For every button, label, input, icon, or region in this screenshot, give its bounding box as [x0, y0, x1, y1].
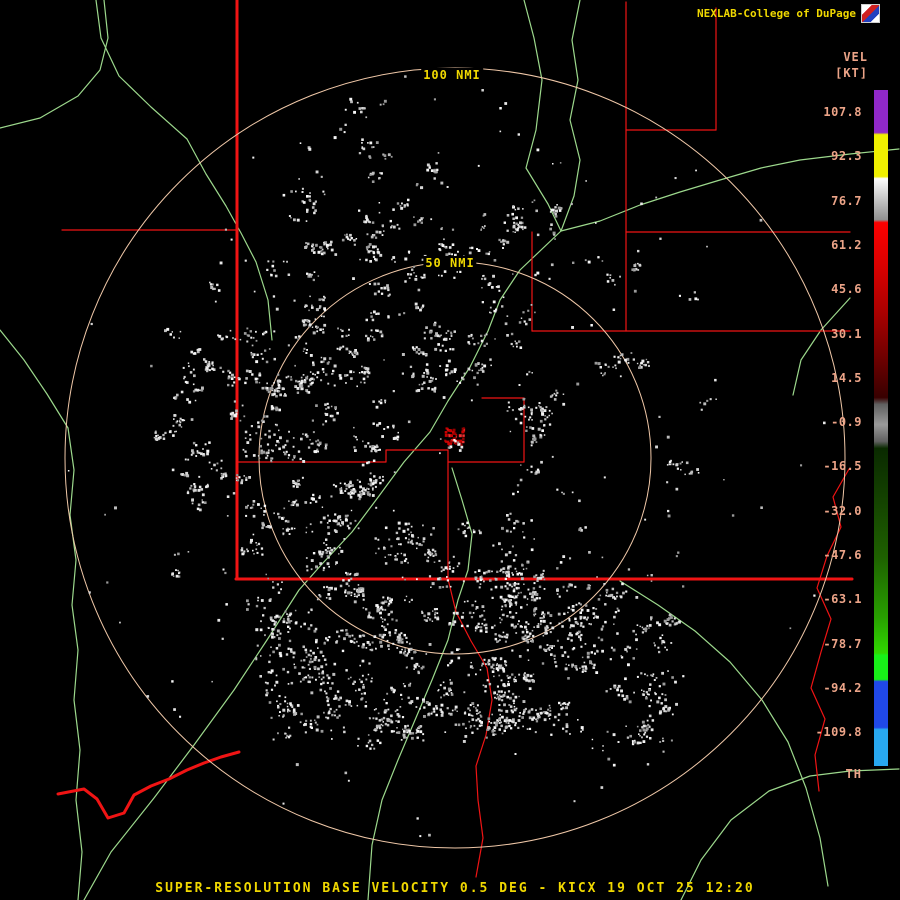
colorbar-tick: -47.6	[823, 548, 862, 562]
product-caption: SUPER-RESOLUTION BASE VELOCITY 0.5 DEG -…	[0, 881, 900, 896]
colorbar-tick: -16.5	[823, 459, 862, 473]
colorbar-tick: 92.3	[831, 149, 862, 163]
site-title: NEXLAB-College of DuPage	[697, 7, 856, 20]
colorbar-tick: -78.7	[823, 637, 862, 651]
radar-screen: 100 NMI 50 NMI NEXLAB-College of DuPage …	[0, 0, 900, 900]
velocity-colorbar	[874, 90, 888, 766]
cod-logo-icon	[861, 4, 880, 23]
colorbar-tick: -32.0	[823, 504, 862, 518]
colorbar-tick: 76.7	[831, 194, 862, 208]
range-ring-label-100nmi: 100 NMI	[421, 68, 483, 82]
colorbar-threshold-label: TH	[846, 767, 862, 781]
colorbar-tick: -94.2	[823, 681, 862, 695]
radar-echoes	[68, 75, 826, 837]
colorbar-tick: -0.9	[831, 415, 862, 429]
range-ring-label-50nmi: 50 NMI	[423, 256, 476, 270]
colorbar-tick: -63.1	[823, 592, 862, 606]
colorbar-tick: -109.8	[816, 725, 862, 739]
colorbar-tick: 61.2	[831, 238, 862, 252]
colorbar-tick: 14.5	[831, 371, 862, 385]
radar-map	[0, 0, 900, 900]
colorbar-unit-sublabel: [KT]	[835, 66, 868, 80]
colorbar-unit-label: VEL	[843, 50, 868, 64]
colorbar-tick: 107.8	[823, 105, 862, 119]
colorbar-tick: 45.6	[831, 282, 862, 296]
colorbar-tick: 30.1	[831, 327, 862, 341]
